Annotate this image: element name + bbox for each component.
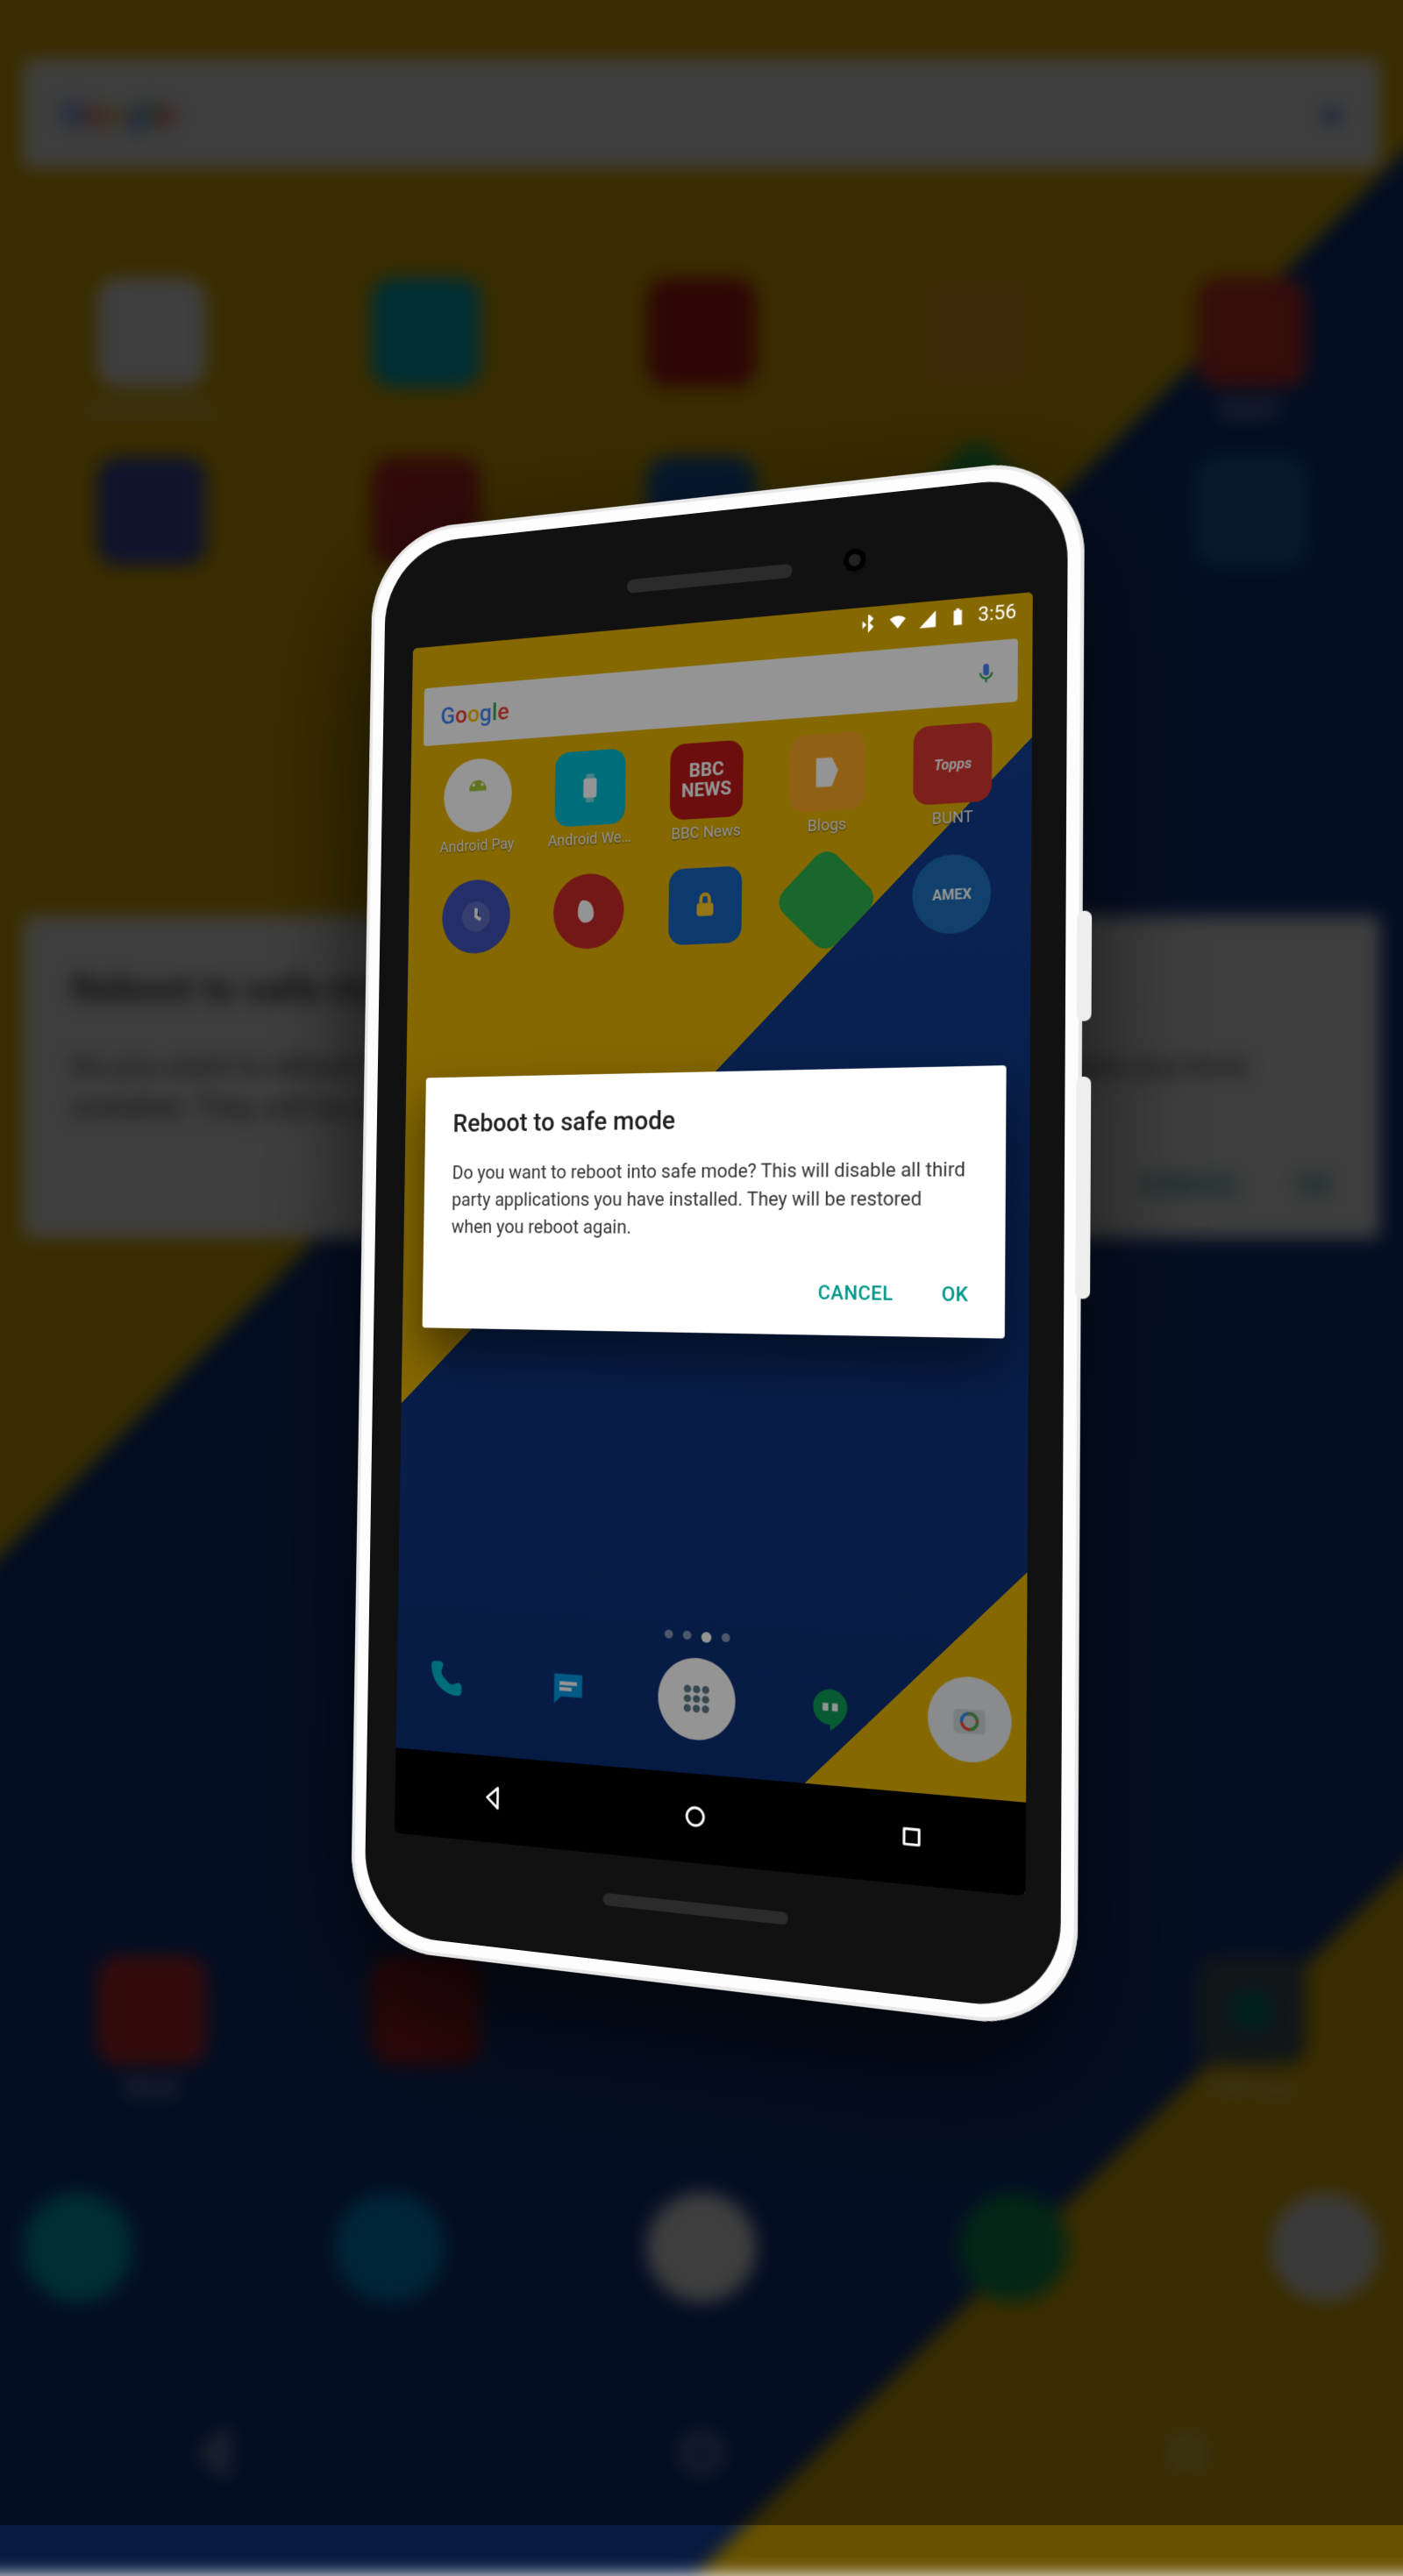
app-label: Blogs (808, 815, 847, 836)
dock-hangouts[interactable] (790, 1664, 872, 1754)
android-pay-icon (443, 757, 512, 835)
android-wear-icon (554, 748, 625, 828)
app-android-pay[interactable]: Android Pay (422, 755, 534, 858)
nav-home[interactable] (678, 1797, 712, 1839)
ok-button[interactable]: OK (937, 1274, 972, 1315)
blogs-icon (789, 730, 865, 813)
bezel: 3:56 Google Android Pay Android We… (364, 473, 1068, 2013)
cell-signal-icon (917, 608, 937, 630)
app-label: Weather (920, 1183, 979, 1202)
mic-icon[interactable] (974, 660, 998, 686)
app-label: Android Pay (439, 835, 514, 857)
settings-gear-icon (909, 1229, 989, 1310)
page-dot[interactable] (722, 1633, 730, 1643)
amex-icon: AMEX (913, 852, 992, 936)
phone-mockup: 3:56 Google Android Pay Android We… (350, 455, 1085, 2032)
nav-recents[interactable] (894, 1817, 929, 1861)
app-amex[interactable]: AMEX (888, 851, 1017, 942)
screen: 3:56 Google Android Pay Android We… (395, 592, 1033, 1896)
app-bbc-news[interactable]: BBC NEWSBBC News (647, 738, 767, 845)
app-label: TV & Movies (780, 1183, 867, 1202)
bunt-icon: Topps (914, 722, 993, 806)
tv-icon (786, 1099, 863, 1178)
dock-phone[interactable] (409, 1639, 481, 1723)
app-settings[interactable]: Settings (885, 1229, 1015, 1335)
front-camera (844, 547, 866, 573)
dock-camera[interactable] (928, 1674, 1012, 1766)
dialog-body: Do you want to reboot into safe mode? Th… (452, 1156, 973, 1244)
nav-back[interactable] (476, 1779, 509, 1820)
reboot-safe-mode-dialog: Reboot to safe mode Do you want to reboo… (423, 1065, 1007, 1338)
app-bunt[interactable]: ToppsBUNT (889, 720, 1018, 831)
phone-mockup-stage: 3:56 Google Android Pay Android We… (0, 0, 1403, 2525)
battery-icon (948, 606, 968, 627)
weather-icon (910, 1097, 990, 1178)
status-clock: 3:56 (978, 601, 1016, 626)
dock-all-apps[interactable] (658, 1655, 736, 1743)
earpiece (627, 564, 793, 594)
bluetooth-icon (858, 614, 878, 635)
bbc-news-icon: BBC NEWS (670, 739, 744, 820)
google-logo: Google (440, 697, 509, 730)
chili-icon (552, 872, 623, 950)
dialog-title: Reboot to safe mode (452, 1100, 973, 1138)
app-label: Android We… (548, 828, 631, 850)
cancel-button[interactable]: CANCEL (815, 1273, 897, 1314)
app-label: Settings (919, 1314, 979, 1334)
lock-icon (668, 865, 742, 945)
app-android-wear[interactable]: Android We… (532, 746, 648, 851)
dock-messenger[interactable] (531, 1647, 606, 1733)
app-weather[interactable]: Weather (886, 1096, 1015, 1201)
page-dot[interactable] (683, 1631, 692, 1640)
app-label: BUNT (932, 808, 973, 829)
wifi-icon (887, 611, 907, 632)
app-clock[interactable] (420, 877, 531, 961)
page-dot-active[interactable] (702, 1632, 712, 1643)
power-button[interactable] (1077, 910, 1093, 1021)
dialog-actions: CANCEL OK (450, 1270, 972, 1315)
app-label: BBC News (671, 822, 740, 843)
app-chilis[interactable] (531, 871, 646, 956)
clock-icon (441, 878, 510, 955)
bottom-speaker (602, 1893, 787, 1925)
page-dot[interactable] (665, 1629, 673, 1639)
navigation-bar (395, 1747, 1026, 1896)
